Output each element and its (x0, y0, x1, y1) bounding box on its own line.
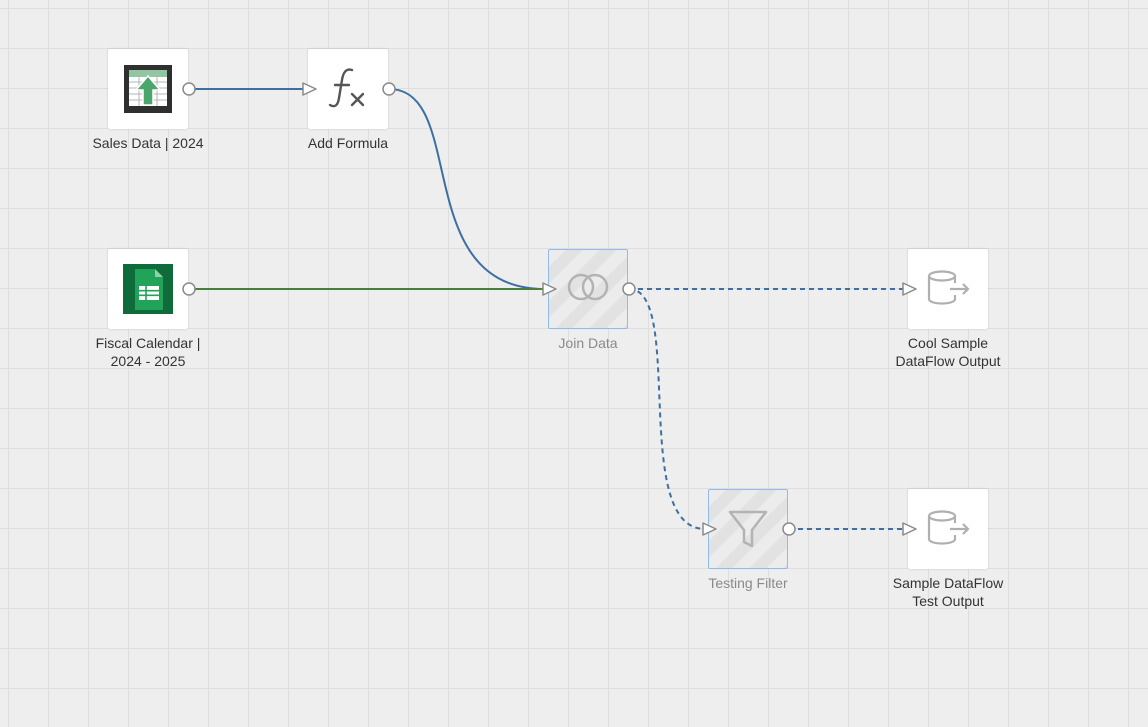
node-fiscal-calendar[interactable] (108, 249, 188, 329)
database-output-icon (927, 510, 970, 545)
node-label-line: Cool Sample (907, 335, 989, 351)
node-label-testing-filter: Testing Filter (708, 575, 788, 591)
node-add-formula[interactable] (308, 49, 388, 129)
node-label-line: Test Output (912, 593, 984, 609)
join-circles-icon (567, 273, 609, 301)
node-label-line: 2024 - 2025 (110, 353, 186, 369)
dataflow-canvas[interactable]: Sales Data | 2024 Add Formula Fiscal Cal… (0, 0, 1148, 727)
connection-formula-to-join[interactable] (388, 88, 546, 290)
node-label-cool-sample-output: Cool Sample DataFlow Output (868, 334, 1028, 370)
database-output-icon (927, 270, 970, 305)
formula-fx-icon (328, 68, 365, 108)
node-label-line: Sample DataFlow (892, 575, 1004, 591)
filter-funnel-icon (728, 510, 768, 548)
node-sales-data[interactable] (108, 49, 188, 129)
node-testing-filter[interactable] (708, 489, 788, 569)
node-label-fiscal-calendar: Fiscal Calendar | 2024 - 2025 (68, 334, 228, 370)
spreadsheet-upload-icon (124, 65, 172, 113)
connection-join-to-filter[interactable] (628, 288, 706, 530)
node-label-sales-data: Sales Data | 2024 (92, 135, 204, 151)
node-label-add-formula: Add Formula (307, 135, 389, 151)
node-label-line: DataFlow Output (895, 353, 1001, 369)
node-sample-test-output[interactable] (908, 489, 988, 569)
node-label-join-data: Join Data (558, 335, 618, 351)
node-join-data[interactable] (548, 249, 628, 329)
node-cool-sample-output[interactable] (908, 249, 988, 329)
node-label-line: Fiscal Calendar | (95, 335, 201, 351)
node-label-sample-test-output: Sample DataFlow Test Output (868, 574, 1028, 610)
google-sheets-icon (123, 264, 173, 314)
